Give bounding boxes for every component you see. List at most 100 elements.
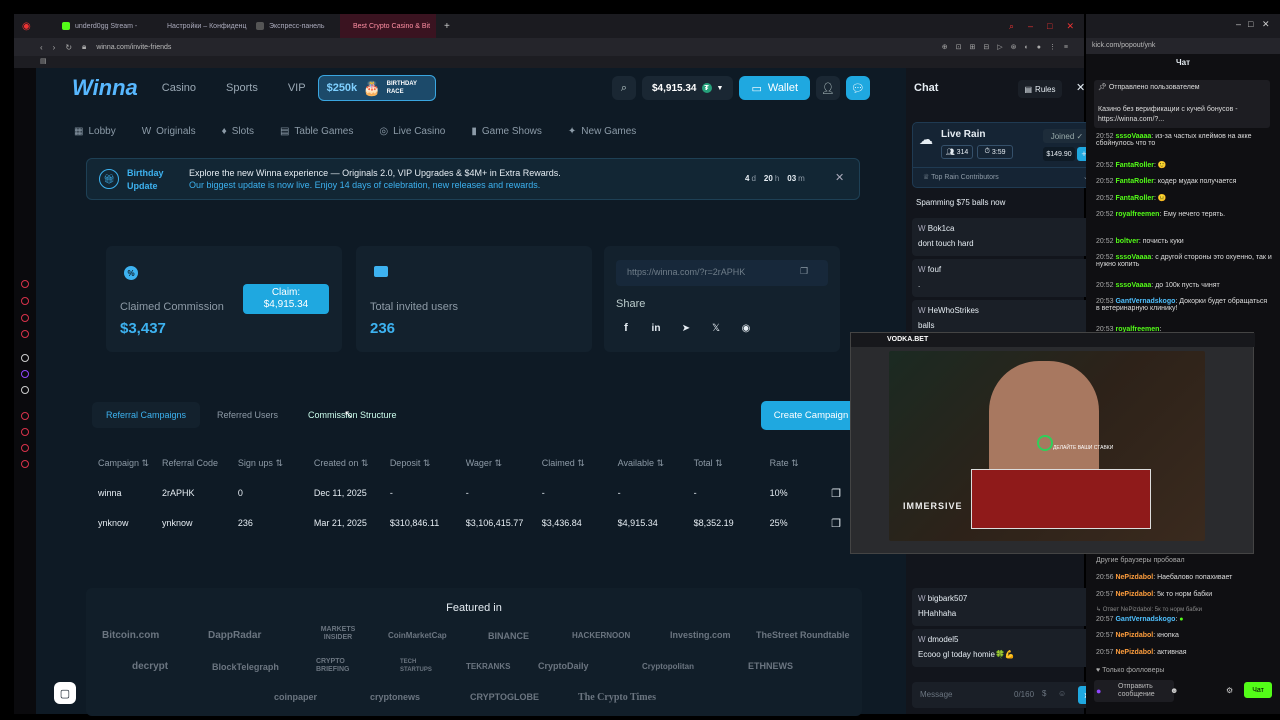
minimize-icon[interactable]: – xyxy=(1236,19,1241,29)
col-wager[interactable]: Wager ⇅ xyxy=(466,448,542,478)
nav-casino[interactable]: Casino xyxy=(162,82,196,94)
x-share-icon[interactable]: 𝕏 xyxy=(706,318,726,338)
create-campaign-button[interactable]: Create Campaign xyxy=(761,401,861,430)
pinned-message: 📌︎ Отправлено пользователем Казино без в… xyxy=(1094,80,1270,128)
maximize-icon[interactable]: □ xyxy=(1047,21,1052,32)
new-tab-button[interactable]: + xyxy=(436,14,458,38)
forward-icon[interactable]: › xyxy=(53,43,56,52)
col-total[interactable]: Total ⇅ xyxy=(694,448,770,478)
race-amount: $250k xyxy=(326,82,358,94)
chat-input[interactable]: Message 0/160 $ ☺ xyxy=(912,682,1098,708)
nav-vip[interactable]: VIP xyxy=(288,82,306,94)
sidebar-icon-2[interactable] xyxy=(21,297,29,305)
search-tabs-icon[interactable]: ⌕ xyxy=(1009,21,1014,32)
sidebar-icon-4[interactable] xyxy=(21,330,29,338)
chat-line: 20:52 royalfreemen: Ему нечего терять. xyxy=(1096,211,1226,218)
close-window-icon[interactable]: ✕ xyxy=(1066,21,1074,32)
tab-express[interactable]: Экспресс-панель xyxy=(248,14,340,38)
x-icon[interactable] xyxy=(21,386,29,394)
maximize-icon[interactable]: □ xyxy=(1248,19,1253,29)
profile-icon[interactable]: 👤︎ xyxy=(816,76,840,100)
referral-link-field[interactable]: https://winna.com/?r=2rAPHK xyxy=(616,260,828,286)
facebook-icon[interactable]: f xyxy=(616,318,636,338)
cat-originals[interactable]: W Originals xyxy=(142,126,196,137)
sidebar-icon-7[interactable] xyxy=(21,428,29,436)
reload-icon[interactable]: ↻ xyxy=(65,43,72,52)
telegram-icon[interactable]: ➤ xyxy=(676,318,696,338)
close-window-icon[interactable]: ✕ xyxy=(1262,19,1270,30)
kick-chat-input[interactable]: Отправить сообщение xyxy=(1094,680,1174,702)
close-banner-icon[interactable]: ✕ xyxy=(835,171,844,184)
cat-new-games[interactable]: ✦ New Games xyxy=(568,126,636,137)
search-icon[interactable]: ⌕ xyxy=(612,76,636,100)
col-rate[interactable]: Rate ⇅ xyxy=(770,448,832,478)
tab-stream[interactable]: underd0gg Stream - xyxy=(54,14,154,38)
settings-icon[interactable]: ⚙ xyxy=(1226,686,1233,695)
kick-address-bar[interactable]: kick.com/popout/ynk xyxy=(1086,38,1280,54)
bookmark-icon[interactable]: ▤ xyxy=(40,57,47,65)
birthday-race-banner[interactable]: $250k 🎂 BIRTHDAY RACE xyxy=(317,75,436,101)
cat-game-shows[interactable]: ▮ Game Shows xyxy=(471,126,542,137)
address-bar[interactable]: ‹ › ↻ 🔒︎ winna.com/invite-friends ⊕⊡⊞⊟▷⊛… xyxy=(14,38,1084,56)
col-claimed[interactable]: Claimed ⇅ xyxy=(542,448,618,478)
live-icon: ◎ xyxy=(379,126,389,137)
balance-dropdown[interactable]: $4,915.34 ₮ ▼ xyxy=(642,76,734,100)
chat-toggle-icon[interactable]: 💬︎ xyxy=(846,76,870,100)
tab-winna[interactable]: Best Crypto Casino & Bit xyxy=(340,14,436,38)
cat-table-games[interactable]: ▤ Table Games xyxy=(280,126,353,137)
sidebar-icon-5[interactable] xyxy=(21,354,29,362)
extension-icons[interactable]: ⊕⊡⊞⊟▷⊛◐●⋮≡ xyxy=(942,43,1084,51)
back-icon[interactable]: ‹ xyxy=(40,43,43,52)
coin-icon[interactable]: $ xyxy=(1042,689,1046,698)
col-signups[interactable]: Sign ups ⇅ xyxy=(238,448,314,478)
claim-button[interactable]: Claim: $4,915.34 xyxy=(243,284,329,314)
top-contributors[interactable]: ♕ Top Rain Contributors xyxy=(923,173,999,181)
tab-settings[interactable]: Настройки – Конфиденц xyxy=(154,14,248,38)
kick-send-button[interactable]: Чат xyxy=(1244,682,1272,698)
tab-referral-campaigns[interactable]: Referral Campaigns xyxy=(92,402,200,428)
col-campaign[interactable]: Campaign ⇅ xyxy=(86,448,162,478)
cat-slots[interactable]: ♦ Slots xyxy=(222,126,254,137)
browser-menu-icon[interactable]: ◉ xyxy=(14,14,54,38)
tab-bar: ◉ underd0gg Stream - Настройки – Конфиде… xyxy=(14,14,1084,38)
chat-line: 20:52 sssoVaaaa: из-за частых клеймов на… xyxy=(1096,133,1252,147)
logo-coinpaper: coinpaper xyxy=(274,692,318,702)
chat-line: 20:57 GantVernadskogo: ● xyxy=(1096,616,1184,623)
support-chat-icon[interactable]: ▢ xyxy=(54,682,76,704)
sidebar-icon-1[interactable] xyxy=(21,280,29,288)
twitch-icon[interactable] xyxy=(21,370,29,378)
share-card: https://winna.com/?r=2rAPHK ❐ Share f in… xyxy=(604,246,840,352)
col-created[interactable]: Created on ⇅ xyxy=(314,448,390,478)
overlay-brand: VODKA.BET xyxy=(887,336,929,343)
emoji-icon[interactable]: ☺ xyxy=(1058,689,1066,698)
url-text[interactable]: winna.com/invite-friends xyxy=(96,44,171,51)
site-logo[interactable]: Winna xyxy=(72,75,138,101)
stream-overlay[interactable]: VODKA.BET ДЕЛАЙТЕ ВАШИ СТАВКИ IMMERSIVE xyxy=(850,332,1255,554)
chat-line: 20:52 sssoVaaaa: до 100к пусть чинят xyxy=(1096,282,1220,289)
tab-referred-users[interactable]: Referred Users xyxy=(217,410,278,420)
cat-live-casino[interactable]: ◎ Live Casino xyxy=(379,126,445,137)
emoji-icon[interactable]: ☻ xyxy=(1170,686,1178,695)
rules-button[interactable]: ▤ Rules xyxy=(1018,80,1062,98)
col-deposit[interactable]: Deposit ⇅ xyxy=(390,448,466,478)
sidebar-icon-9[interactable] xyxy=(21,460,29,468)
sidebar-icon-6[interactable] xyxy=(21,412,29,420)
close-chat-icon[interactable]: ✕ xyxy=(1076,81,1085,94)
wallet-button[interactable]: ▭ Wallet xyxy=(739,76,810,100)
mic-icon[interactable]: ● xyxy=(1096,686,1101,696)
birthday-update-banner[interactable]: 🎁︎ Birthday Update Explore the new Winna… xyxy=(86,158,860,200)
game-shows-icon: ▮ xyxy=(471,126,477,137)
rain-joined-button[interactable]: Joined ✓ xyxy=(1043,129,1091,143)
sidebar-icon-8[interactable] xyxy=(21,444,29,452)
banner-line2: Our biggest update is now live. Enjoy 14… xyxy=(189,180,541,190)
linkedin-icon[interactable]: in xyxy=(646,318,666,338)
chat-message: W fouf. xyxy=(912,259,1098,297)
col-available[interactable]: Available ⇅ xyxy=(618,448,694,478)
copy-icon[interactable]: ❐ xyxy=(800,266,808,277)
sidebar-icon-3[interactable] xyxy=(21,314,29,322)
cat-lobby[interactable]: ▦ Lobby xyxy=(74,126,116,137)
bookmarks-bar: ▤ xyxy=(14,56,1084,68)
whatsapp-icon[interactable]: ◉ xyxy=(736,318,756,338)
nav-sports[interactable]: Sports xyxy=(226,82,258,94)
minimize-icon[interactable]: – xyxy=(1028,21,1033,32)
